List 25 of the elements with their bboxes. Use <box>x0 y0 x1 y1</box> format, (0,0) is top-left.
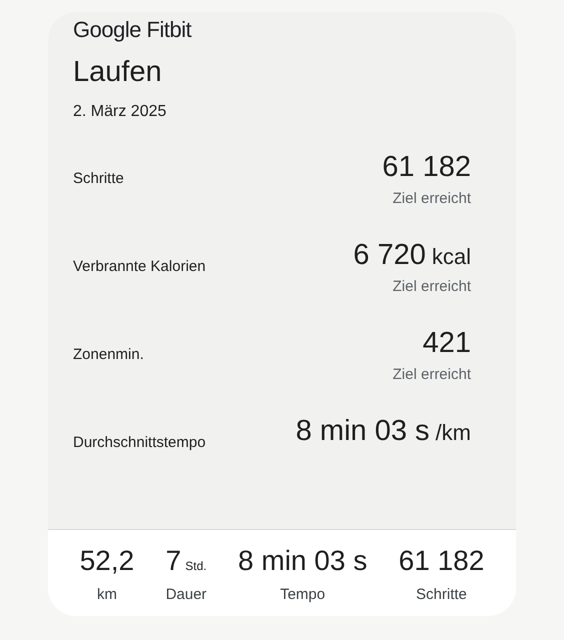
summary-label: Dauer <box>166 585 207 605</box>
summary-label: Tempo <box>280 585 326 605</box>
metric-unit: kcal <box>432 243 471 271</box>
metric-value: 421 <box>422 326 471 361</box>
brand-logo: Google Fitbit <box>73 16 192 44</box>
metric-value: 6 720 <box>353 238 426 273</box>
activity-title: Laufen <box>73 55 162 90</box>
goal-status: Ziel erreicht <box>392 189 471 209</box>
metric-unit: /km <box>436 419 471 447</box>
summary-value: 52,2 <box>80 544 134 578</box>
summary-unit: Std. <box>185 558 207 575</box>
summary-value: 61 182 <box>398 544 484 578</box>
summary-value: 7 <box>166 544 182 578</box>
goal-status: Ziel erreicht <box>392 365 471 385</box>
metric-label: Schritte <box>73 169 124 189</box>
activity-date: 2. März 2025 <box>73 102 166 122</box>
metric-label: Zonenmin. <box>73 345 144 365</box>
metric-value: 8 min 03 s <box>296 414 430 449</box>
metric-label: Durchschnittstempo <box>73 433 206 453</box>
goal-status: Ziel erreicht <box>392 277 471 297</box>
summary-label: Schritte <box>416 585 467 605</box>
metric-label: Verbrannte Kalorien <box>73 257 206 277</box>
summary-label: km <box>96 585 117 605</box>
metric-value: 61 182 <box>382 150 471 185</box>
summary-value: 8 min 03 s <box>238 544 368 578</box>
